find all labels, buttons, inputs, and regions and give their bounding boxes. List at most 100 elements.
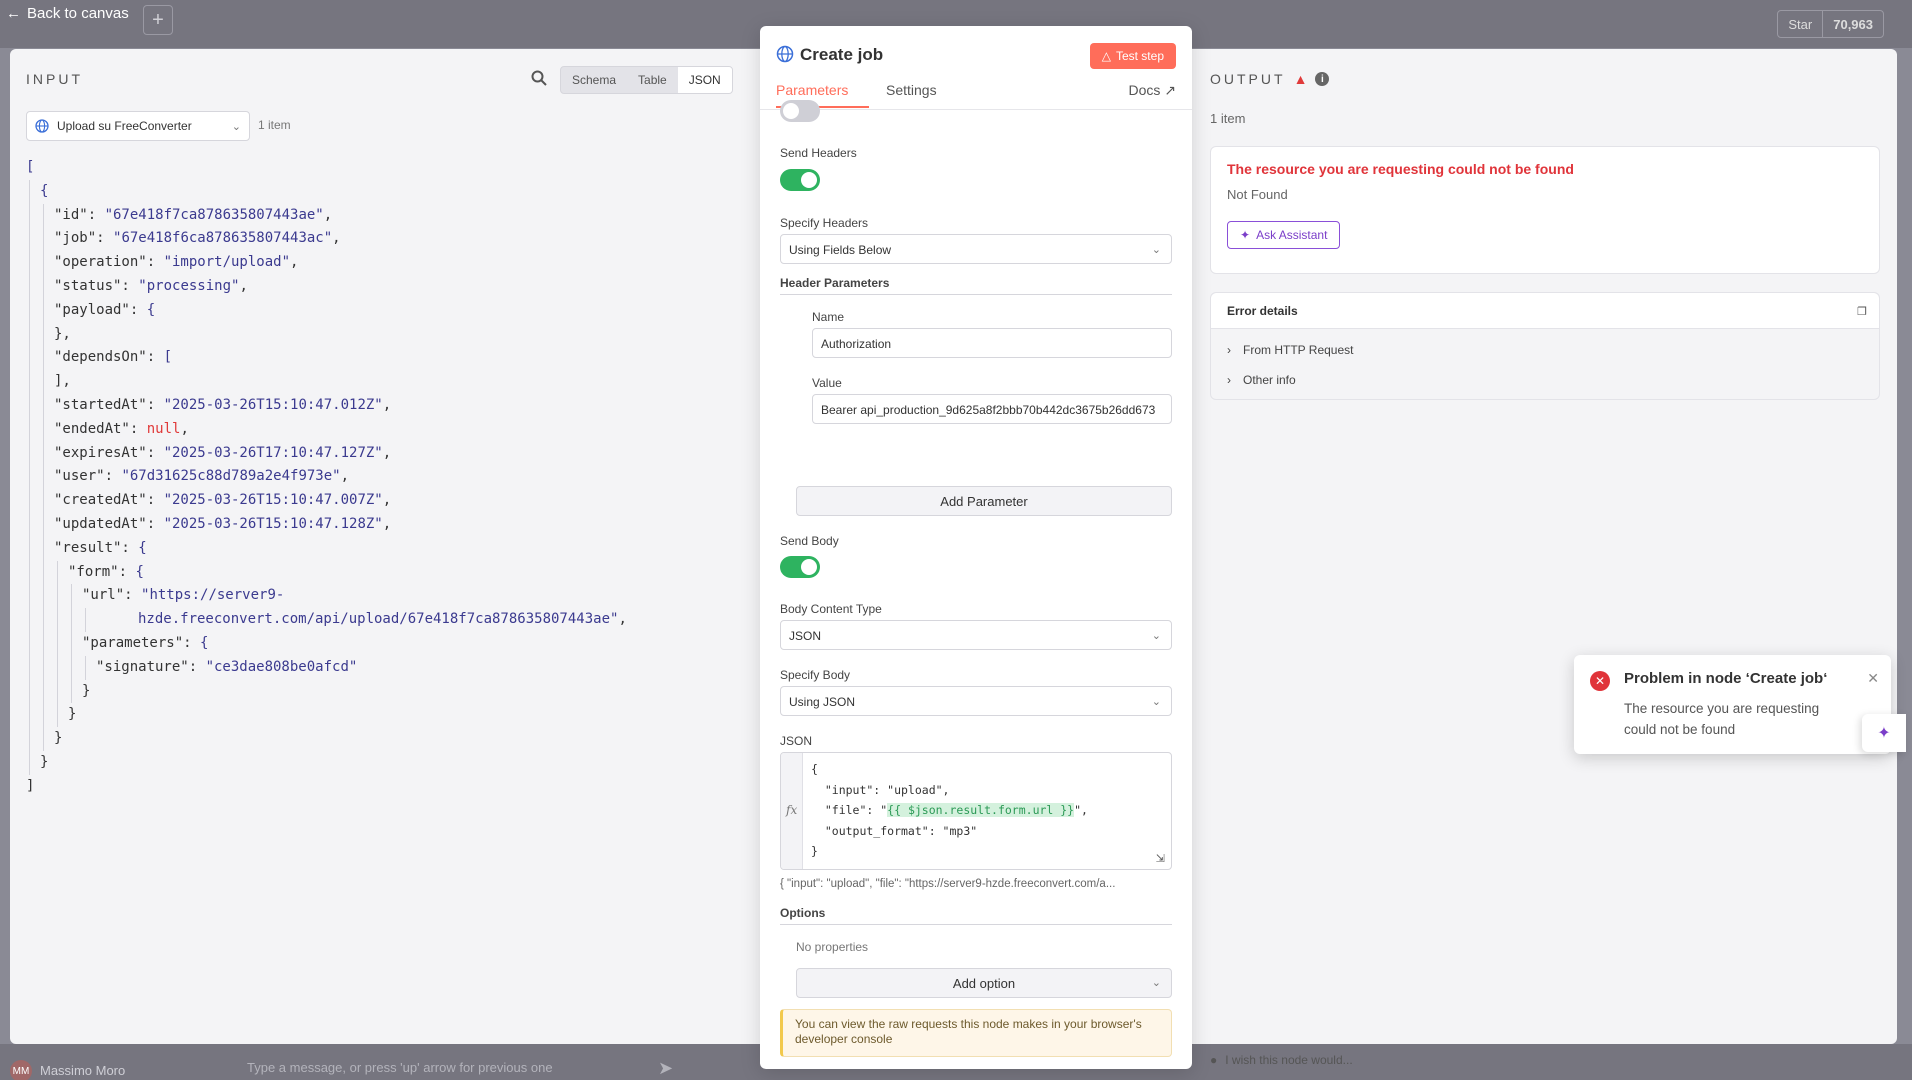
json-line: "expiresAt": "2025-03-26T17:10:47.127Z", <box>26 441 627 466</box>
close-icon[interactable]: ✕ <box>1867 670 1879 687</box>
github-star-count: 70,963 <box>1822 11 1883 37</box>
view-json-tab[interactable]: JSON <box>677 67 732 93</box>
back-to-canvas-link[interactable]: ← Back to canvas <box>6 5 129 22</box>
code-fragment: "file": " <box>811 803 888 817</box>
send-headers-toggle[interactable] <box>780 169 820 191</box>
avatar: MM <box>10 1060 32 1080</box>
github-star-label: Star <box>1788 16 1813 32</box>
indent-guide <box>29 608 30 632</box>
input-item-count: 1 item <box>258 118 291 132</box>
view-table-tab[interactable]: Table <box>627 67 678 93</box>
test-step-button[interactable]: △ Test step <box>1089 43 1176 69</box>
indent-guide <box>29 703 30 728</box>
header-name-input[interactable]: Authorization <box>812 328 1172 358</box>
json-line: "user": "67d31625c88d789a2e4f973e", <box>26 465 627 490</box>
error-card: The resource you are requesting could no… <box>1210 146 1880 274</box>
search-icon[interactable] <box>530 69 548 87</box>
indent-guide <box>43 584 44 609</box>
specify-body-value: Using JSON <box>789 695 856 709</box>
details-row-label: From HTTP Request <box>1243 343 1354 357</box>
toast-title: Problem in node ‘Create job‘ <box>1624 670 1828 687</box>
indent-guide <box>29 489 30 513</box>
add-parameter-button[interactable]: Add Parameter <box>796 486 1172 516</box>
ask-assistant-button[interactable]: ✦ Ask Assistant <box>1227 221 1341 249</box>
header-value-input[interactable]: Bearer api_production_9d625a8f2bbb70b442… <box>812 394 1172 424</box>
indent-guide <box>57 703 58 728</box>
details-row-from-http[interactable]: › From HTTP Request <box>1227 343 1353 357</box>
info-icon[interactable]: i <box>1315 72 1330 86</box>
json-value: "2025-03-26T15:10:47.128Z" <box>163 515 383 532</box>
body-content-type-select[interactable]: JSON ⌄ <box>780 620 1172 650</box>
json-line: "signature": "ce3dae808be0afcd" <box>26 655 627 680</box>
indent-guide <box>57 679 58 704</box>
input-title: INPUT <box>26 71 83 87</box>
json-line: "result": { <box>26 536 627 561</box>
json-line: hzde.freeconvert.com/api/upload/67e418f7… <box>26 608 627 632</box>
output-title: OUTPUT <box>1210 71 1286 87</box>
json-key: "endedAt": <box>54 420 147 437</box>
indent-guide <box>43 322 44 347</box>
indent-guide <box>29 679 30 704</box>
json-body-editor[interactable]: fx { "input": "upload", "file": "{{ $jso… <box>780 752 1172 870</box>
json-line: } <box>26 679 627 704</box>
view-schema-tab[interactable]: Schema <box>561 67 627 93</box>
json-value: { <box>135 563 144 580</box>
feedback-link[interactable]: ● I wish this node would... <box>1210 1053 1353 1067</box>
console-notice: You can view the raw requests this node … <box>780 1009 1172 1057</box>
indent-guide <box>43 655 44 680</box>
indent-guide <box>29 655 30 680</box>
json-key: "startedAt": <box>54 396 164 413</box>
json-key: "dependsOn": <box>54 349 164 366</box>
json-value: } <box>40 753 49 770</box>
json-line: "id": "67e418f7ca878635807443ae", <box>26 203 627 228</box>
docs-link[interactable]: Docs ↗ <box>1128 82 1176 99</box>
indent-guide <box>43 536 44 561</box>
indent-guide <box>43 298 44 323</box>
copy-icon[interactable]: ❐ <box>1857 305 1867 318</box>
indent-guide <box>57 584 58 609</box>
send-body-toggle[interactable] <box>780 556 820 578</box>
details-row-other-info[interactable]: › Other info <box>1227 373 1296 387</box>
lightbulb-icon: ● <box>1210 1053 1218 1067</box>
add-option-button[interactable]: Add option ⌄ <box>796 968 1172 998</box>
indent-guide <box>29 465 30 490</box>
tab-parameters[interactable]: Parameters <box>776 82 848 98</box>
partial-toggle[interactable] <box>780 100 820 122</box>
input-node-select[interactable]: Upload su FreeConverter ⌄ <box>26 111 250 141</box>
indent-guide <box>29 536 30 561</box>
json-key: "operation": <box>54 254 164 271</box>
indent-guide <box>43 703 44 728</box>
specify-headers-label: Specify Headers <box>780 216 869 230</box>
json-value: { <box>138 539 147 556</box>
json-line: "url": "https://server9- <box>26 584 627 609</box>
json-value: ] <box>26 777 35 794</box>
assistant-sparkle-button[interactable]: ✦ <box>1862 714 1906 752</box>
indent-guide <box>29 346 30 371</box>
sparkle-icon: ✦ <box>1877 725 1891 742</box>
specify-body-select[interactable]: Using JSON ⌄ <box>780 686 1172 716</box>
expression-preview: { "input": "upload", "file": "https://se… <box>780 878 1116 890</box>
json-value: { <box>146 301 156 318</box>
indent-guide <box>43 227 44 252</box>
tab-settings[interactable]: Settings <box>886 82 937 98</box>
node-title[interactable]: Create job <box>800 45 883 65</box>
indent-guide <box>29 298 30 323</box>
json-line: "updatedAt": "2025-03-26T15:10:47.128Z", <box>26 512 627 537</box>
json-key: "createdAt": <box>54 492 164 509</box>
back-label: Back to canvas <box>27 5 129 22</box>
json-value: } <box>82 682 91 699</box>
json-key: "result": <box>54 539 139 556</box>
expand-icon[interactable]: ⇲ <box>1156 852 1165 865</box>
chat-input[interactable]: Type a message, or press 'up' arrow for … <box>247 1060 553 1075</box>
indent-guide <box>43 370 44 394</box>
chevron-right-icon: › <box>1227 373 1231 387</box>
header-value-label: Value <box>812 376 842 390</box>
github-star-button[interactable]: Star 70,963 <box>1777 10 1884 38</box>
code-line: "output_format": "mp3" <box>811 823 978 838</box>
json-value: [ <box>26 159 35 175</box>
add-node-button[interactable]: + <box>143 5 173 35</box>
indent-guide <box>29 227 30 252</box>
specify-headers-select[interactable]: Using Fields Below ⌄ <box>780 234 1172 264</box>
json-key: "signature": <box>96 658 206 675</box>
send-icon[interactable]: ➤ <box>658 1058 673 1079</box>
